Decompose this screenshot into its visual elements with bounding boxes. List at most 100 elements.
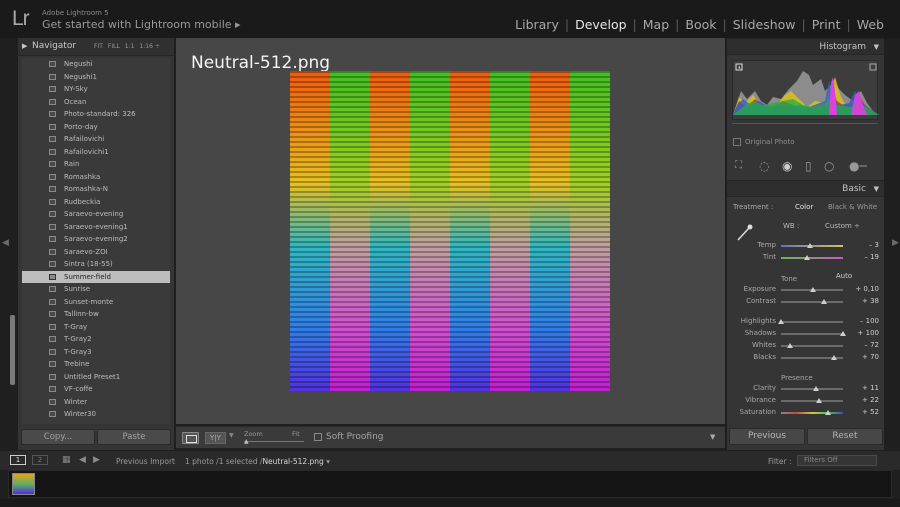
slider-thumb-icon[interactable] (804, 255, 811, 260)
slider-contrast[interactable] (781, 301, 843, 303)
filmstrip-thumbnail[interactable] (12, 473, 35, 495)
slider-thumb-icon[interactable] (840, 331, 846, 336)
preset-item[interactable]: VF-coffe (22, 383, 170, 396)
previous-button[interactable]: Previous (729, 428, 805, 445)
back-arrow-icon[interactable]: ◀ (79, 455, 86, 465)
navigator-zoom-option[interactable]: FILL (108, 43, 120, 50)
slider-tint[interactable] (781, 257, 843, 259)
preset-item[interactable]: Tallinn-bw (22, 308, 170, 321)
slider-thumb-icon[interactable] (820, 299, 827, 304)
module-book[interactable]: Book (679, 17, 722, 32)
filter-select[interactable]: Filters Off (797, 455, 877, 466)
slider-thumb-icon[interactable] (806, 243, 813, 248)
secondary-display-button[interactable]: 2 (32, 455, 48, 465)
slider-value-blacks[interactable]: + 70 (849, 353, 879, 361)
preset-item[interactable]: Winter (22, 396, 170, 409)
before-after-caret-icon[interactable]: ▼ (229, 432, 234, 439)
slider-thumb-icon[interactable] (786, 343, 793, 348)
collapse-triangle-icon[interactable]: ▶ (22, 42, 27, 50)
slider-thumb-icon[interactable] (778, 319, 784, 324)
slider-value-clarity[interactable]: + 11 (849, 384, 879, 392)
preset-item[interactable]: Negushi1 (22, 71, 170, 84)
preset-item[interactable]: Saraevo-ZOI (22, 246, 170, 259)
paste-settings-button[interactable]: Paste (97, 429, 171, 445)
preset-item[interactable]: Sunrise (22, 283, 170, 296)
zoom-slider-thumb-icon[interactable]: ▲ (244, 438, 249, 445)
primary-display-button[interactable]: 1 (10, 455, 26, 465)
module-library[interactable]: Library (509, 17, 565, 32)
copy-settings-button[interactable]: Copy... (21, 429, 95, 445)
preset-item[interactable]: Saraevo-evening (22, 208, 170, 221)
preset-item[interactable]: Rafailovichi (22, 133, 170, 146)
preset-item[interactable]: T-Gray (22, 321, 170, 334)
get-started-link[interactable]: Get started with Lightroom mobile ▸ (42, 18, 241, 31)
preset-item[interactable]: Summer-field (22, 270, 170, 283)
preset-item[interactable]: Saraevo-evening1 (22, 221, 170, 234)
preset-item[interactable]: Rain (22, 158, 170, 171)
slider-highlights[interactable] (781, 321, 843, 323)
preset-item[interactable]: Untitled Preset1 (22, 371, 170, 384)
reset-button[interactable]: Reset (807, 428, 883, 445)
before-after-button[interactable]: Y|Y (205, 432, 226, 444)
module-web[interactable]: Web (851, 17, 890, 32)
grid-view-icon[interactable]: ▦ (62, 455, 71, 465)
navigator-zoom-option[interactable]: FIT (94, 43, 103, 50)
preset-item[interactable]: Sintra (18-55) (22, 258, 170, 271)
slider-saturation[interactable] (781, 412, 843, 414)
slider-value-shadows[interactable]: + 100 (849, 329, 879, 337)
slider-thumb-icon[interactable] (825, 410, 832, 415)
slider-value-contrast[interactable]: + 38 (849, 297, 879, 305)
preset-item[interactable]: Sunset-monte (22, 296, 170, 309)
slider-value-highlights[interactable]: – 100 (849, 317, 879, 325)
preset-item[interactable]: Ocean (22, 96, 170, 109)
preset-item[interactable]: Photo-standard: 326 (22, 108, 170, 121)
preset-list-scrollbar[interactable] (10, 315, 15, 385)
preset-item[interactable]: Rudbeckia (22, 196, 170, 209)
preset-item[interactable]: Porto-day (22, 121, 170, 134)
navigator-zoom-option[interactable]: 1:1 (125, 43, 135, 50)
right-panel-toggle-icon[interactable]: ▶ (892, 238, 899, 248)
slider-value-vibrance[interactable]: + 22 (849, 396, 879, 404)
slider-value-tint[interactable]: – 19 (849, 253, 879, 261)
preset-item[interactable]: Winter30 (22, 408, 170, 421)
slider-thumb-icon[interactable] (812, 386, 819, 391)
toolbar-menu-caret-icon[interactable]: ▼ (710, 433, 715, 441)
current-filename[interactable]: Neutral-512.png (262, 457, 323, 466)
preset-icon (49, 61, 56, 67)
preset-item[interactable]: Romashka-N (22, 183, 170, 196)
left-panel-toggle-icon[interactable]: ◀ (2, 238, 9, 248)
soft-proofing-checkbox[interactable] (314, 433, 322, 441)
navigator-header[interactable]: ▶ Navigator FIT FILL 1:1 1:16 ÷ (18, 38, 174, 56)
slider-thumb-icon[interactable] (815, 398, 822, 403)
slider-value-exposure[interactable]: + 0,10 (849, 285, 879, 293)
slider-vibrance[interactable] (781, 400, 843, 402)
filename-caret-icon[interactable]: ▾ (326, 457, 330, 466)
preset-label: T-Gray (64, 322, 88, 331)
slider-value-saturation[interactable]: + 52 (849, 408, 879, 416)
preset-item[interactable]: T-Gray3 (22, 346, 170, 359)
slider-shadows[interactable] (781, 333, 843, 335)
slider-thumb-icon[interactable] (809, 287, 816, 292)
preset-item[interactable]: NY-Sky (22, 83, 170, 96)
slider-value-whites[interactable]: – 72 (849, 341, 879, 349)
module-print[interactable]: Print (806, 17, 847, 32)
slider-value-temp[interactable]: – 3 (849, 241, 879, 249)
zoom-slider[interactable] (244, 441, 304, 442)
photo-preview[interactable] (290, 71, 610, 391)
preset-item[interactable]: Romashka (22, 171, 170, 184)
preset-item[interactable]: Negushi (22, 58, 170, 71)
module-map[interactable]: Map (637, 17, 675, 32)
preset-item[interactable]: T-Gray2 (22, 333, 170, 346)
loupe-view-button[interactable] (182, 432, 199, 444)
forward-arrow-icon[interactable]: ▶ (93, 455, 100, 465)
preset-item[interactable]: Rafailovichi1 (22, 146, 170, 159)
slider-thumb-icon[interactable] (830, 355, 837, 360)
preset-list[interactable]: Negushi Negushi1 NY-Sky Ocean Photo-standard… (22, 58, 170, 424)
module-slideshow[interactable]: Slideshow (727, 17, 802, 32)
preset-item[interactable]: Saraevo-evening2 (22, 233, 170, 246)
module-develop[interactable]: Develop (569, 17, 632, 32)
preset-item[interactable]: Trebine (22, 358, 170, 371)
previous-import-source[interactable]: Previous Import (116, 457, 175, 466)
navigator-zoom-option[interactable]: 1:16 ÷ (139, 43, 159, 50)
slider-label-whites: Whites (751, 341, 776, 349)
